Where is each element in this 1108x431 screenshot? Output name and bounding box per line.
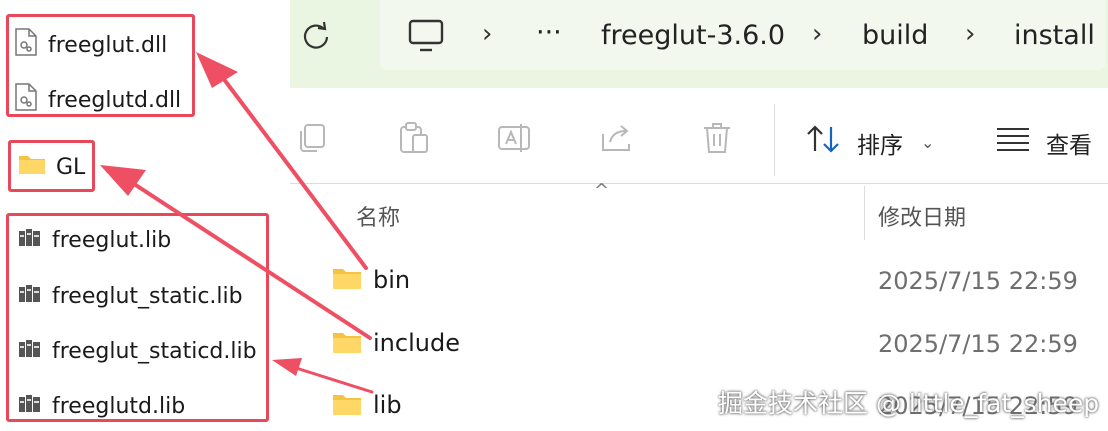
annotation-arrows: [100, 52, 374, 394]
watermark: 掘金技术社区 @ little_fat_sheep: [718, 389, 1100, 418]
arrow-bin-to-dll: [196, 52, 368, 270]
arrow-lib-to-libs: [272, 358, 374, 394]
arrow-include-to-gl: [100, 165, 372, 340]
